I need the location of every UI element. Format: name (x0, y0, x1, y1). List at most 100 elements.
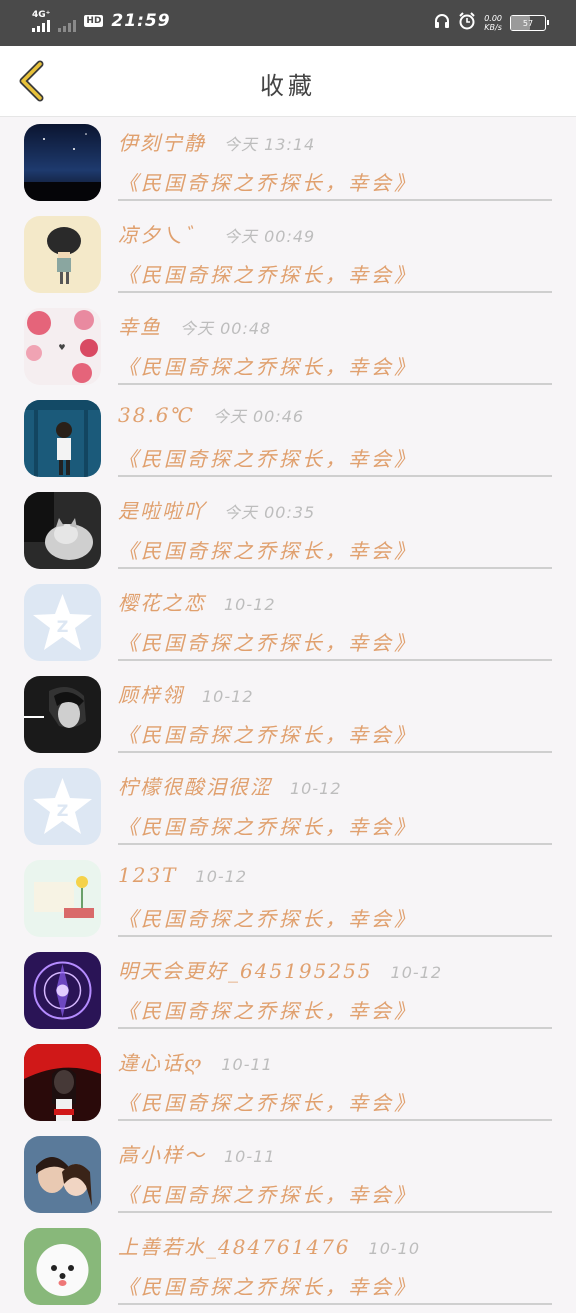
book-title[interactable]: 《民国奇探之乔探长，幸会》 (118, 535, 417, 564)
favorite-row[interactable]: 違心话ღ 10-11 《民国奇探之乔探长，幸会》 (0, 1037, 576, 1129)
battery-percent: 57 (522, 18, 534, 28)
user-name[interactable]: 樱花之恋 (118, 591, 206, 615)
divider (118, 751, 552, 753)
user-name[interactable]: 違心话ღ (118, 1051, 203, 1075)
divider (118, 1027, 552, 1029)
user-name[interactable]: 柠檬很酸泪很涩 (118, 775, 272, 799)
avatar[interactable]: Z (24, 768, 101, 845)
avatar[interactable] (24, 1228, 101, 1305)
headphones-icon (434, 13, 450, 33)
user-name[interactable]: 高小样～ (118, 1143, 206, 1167)
favorite-row[interactable]: 123T 10-12 《民国奇探之乔探长，幸会》 (0, 853, 576, 945)
favorite-row[interactable]: Z 樱花之恋 10-12 《民国奇探之乔探长，幸会》 (0, 577, 576, 669)
signal-icon (32, 20, 50, 32)
battery-icon: 57 (510, 15, 549, 31)
user-name[interactable]: 38.6℃ (118, 403, 195, 427)
divider (118, 1211, 552, 1213)
avatar[interactable] (24, 492, 101, 569)
user-name[interactable]: 是啦啦吖 (118, 499, 206, 523)
avatar[interactable]: Z (24, 584, 101, 661)
favorite-time: 10-12 (202, 687, 254, 706)
favorite-time: 今天 00:48 (180, 319, 272, 338)
name-line: 123T 10-12 (118, 863, 247, 887)
avatar[interactable] (24, 860, 101, 937)
favorite-row[interactable]: 顾梓翎 10-12 《民国奇探之乔探长，幸会》 (0, 669, 576, 761)
favorite-time: 10-12 (290, 779, 342, 798)
favorite-row[interactable]: 明天会更好_645195255 10-12 《民国奇探之乔探长，幸会》 (0, 945, 576, 1037)
user-name[interactable]: 明天会更好_645195255 (118, 959, 373, 983)
user-name[interactable]: 幸鱼 (118, 315, 162, 339)
divider (118, 935, 552, 937)
favorite-row[interactable]: 38.6℃ 今天 00:46 《民国奇探之乔探长，幸会》 (0, 393, 576, 485)
divider (118, 475, 552, 477)
favorite-row[interactable]: 是啦啦吖 今天 00:35 《民国奇探之乔探长，幸会》 (0, 485, 576, 577)
favorite-row[interactable]: 上善若水_484761476 10-10 《民国奇探之乔探长，幸会》 (0, 1221, 576, 1313)
hd-icon: HD (84, 15, 104, 27)
user-name[interactable]: 顾梓翎 (118, 683, 184, 707)
book-title[interactable]: 《民国奇探之乔探长，幸会》 (118, 627, 417, 656)
favorite-time: 今天 13:14 (224, 135, 316, 154)
speed-value: 0.00 (484, 14, 502, 23)
user-name[interactable]: 123T (118, 863, 178, 887)
name-line: 凉夕乀゛ 今天 00:49 (118, 219, 315, 248)
favorite-time: 今天 00:46 (212, 407, 305, 426)
book-title[interactable]: 《民国奇探之乔探长，幸会》 (118, 1179, 417, 1208)
favorite-row[interactable]: 凉夕乀゛ 今天 00:49 《民国奇探之乔探长，幸会》 (0, 209, 576, 301)
favorite-row[interactable]: Z 柠檬很酸泪很涩 10-12 《民国奇探之乔探长，幸会》 (0, 761, 576, 853)
user-name[interactable]: 凉夕乀゛ (118, 223, 206, 247)
book-title[interactable]: 《民国奇探之乔探长，幸会》 (118, 1087, 417, 1116)
svg-text:♥: ♥ (58, 343, 65, 352)
book-title[interactable]: 《民国奇探之乔探长，幸会》 (118, 995, 417, 1024)
favorite-row[interactable]: ♥ 幸鱼 今天 00:48 《民国奇探之乔探长，幸会》 (0, 301, 576, 393)
avatar[interactable]: ♥ (24, 308, 101, 385)
name-line: 高小样～ 10-11 (118, 1139, 276, 1168)
book-title[interactable]: 《民国奇探之乔探长，幸会》 (118, 811, 417, 840)
divider (118, 1119, 552, 1121)
user-name[interactable]: 上善若水_484761476 (118, 1235, 351, 1259)
favorites-list: 伊刻宁静 今天 13:14 《民国奇探之乔探长，幸会》 凉夕乀゛ 今天 00:49 … (0, 117, 576, 1313)
avatar[interactable] (24, 676, 101, 753)
avatar[interactable] (24, 1136, 101, 1213)
avatar[interactable] (24, 952, 101, 1029)
favorite-time: 10-10 (368, 1239, 421, 1258)
name-line: 顾梓翎 10-12 (118, 679, 254, 708)
name-line: 是啦啦吖 今天 00:35 (118, 495, 315, 524)
network-speed: 0.00 KB/s (484, 14, 502, 32)
favorite-time: 10-11 (224, 1147, 276, 1166)
user-name[interactable]: 伊刻宁静 (118, 131, 206, 155)
alarm-icon (458, 12, 476, 34)
book-title[interactable]: 《民国奇探之乔探长，幸会》 (118, 259, 417, 288)
network-type: 4G⁺ (32, 10, 51, 20)
name-line: 明天会更好_645195255 10-12 (118, 955, 442, 984)
book-title[interactable]: 《民国奇探之乔探长，幸会》 (118, 903, 417, 932)
avatar[interactable] (24, 400, 101, 477)
book-title[interactable]: 《民国奇探之乔探长，幸会》 (118, 443, 417, 472)
favorite-time: 10-11 (221, 1055, 273, 1074)
name-line: 38.6℃ 今天 00:46 (118, 403, 304, 427)
name-line: 樱花之恋 10-12 (118, 587, 276, 616)
book-title[interactable]: 《民国奇探之乔探长，幸会》 (118, 1271, 417, 1300)
avatar[interactable] (24, 216, 101, 293)
name-line: 伊刻宁静 今天 13:14 (118, 127, 315, 156)
clock: 21:59 (111, 11, 171, 31)
book-title[interactable]: 《民国奇探之乔探长，幸会》 (118, 167, 417, 196)
divider (118, 291, 552, 293)
name-line: 柠檬很酸泪很涩 10-12 (118, 771, 342, 800)
network-indicator: 4G⁺ (32, 10, 50, 32)
favorite-row[interactable]: 伊刻宁静 今天 13:14 《民国奇探之乔探长，幸会》 (0, 117, 576, 209)
book-title[interactable]: 《民国奇探之乔探长，幸会》 (118, 719, 417, 748)
name-line: 幸鱼 今天 00:48 (118, 311, 271, 340)
book-title[interactable]: 《民国奇探之乔探长，幸会》 (118, 351, 417, 380)
status-left: 4G⁺ HD 21:59 (32, 10, 171, 32)
name-line: 違心话ღ 10-11 (118, 1047, 273, 1076)
favorite-time: 今天 00:35 (224, 503, 316, 522)
page-title: 收藏 (260, 72, 316, 100)
divider (118, 843, 552, 845)
avatar[interactable] (24, 1044, 101, 1121)
avatar[interactable] (24, 124, 101, 201)
nav-bar: 收藏 (0, 46, 576, 117)
divider (118, 659, 552, 661)
divider (118, 383, 552, 385)
divider (118, 199, 552, 201)
favorite-row[interactable]: 高小样～ 10-11 《民国奇探之乔探长，幸会》 (0, 1129, 576, 1221)
